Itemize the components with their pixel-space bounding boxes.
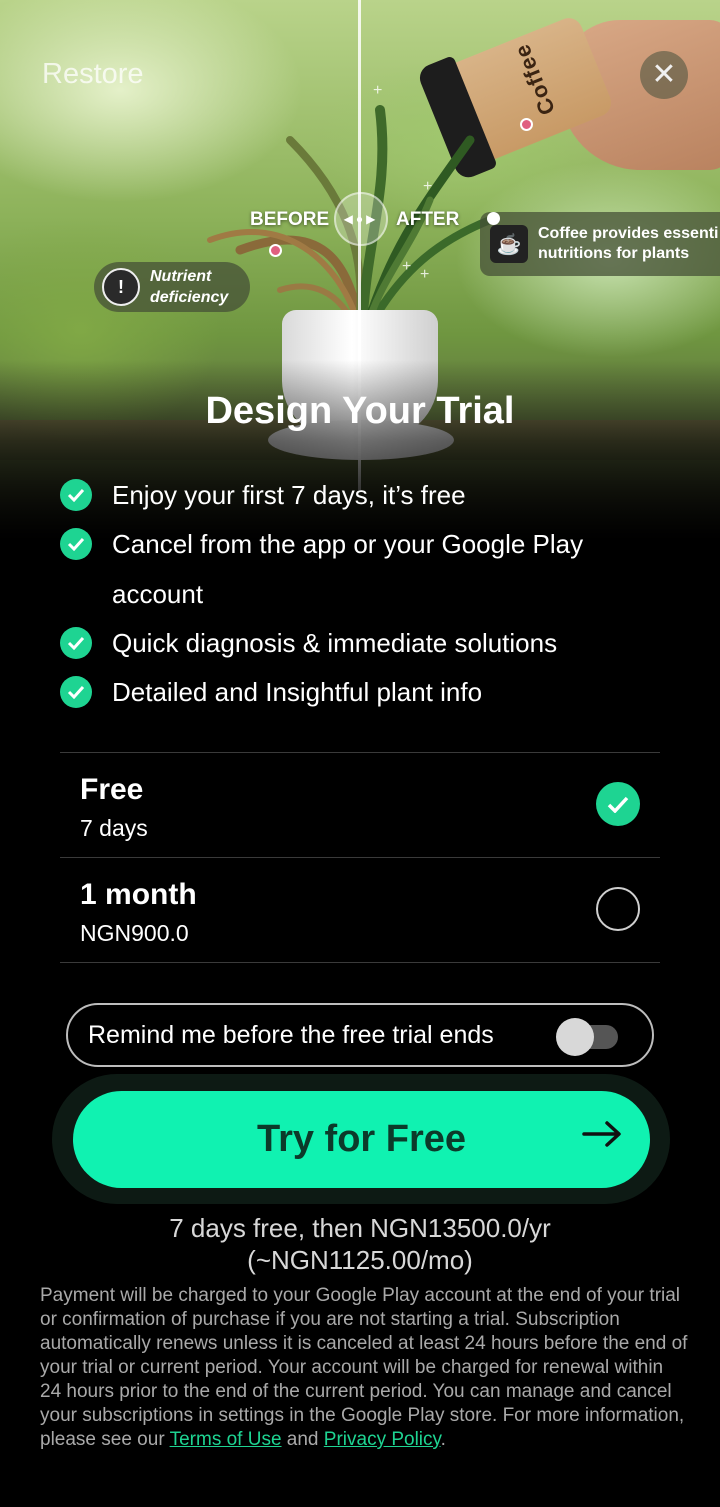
close-button[interactable]: ✕ — [640, 51, 688, 99]
coffee-nutrition-tag: ☕ Coffee provides essenti nutritions for… — [480, 212, 720, 276]
plan-detail: 7 days — [80, 815, 148, 841]
plan-list: Free 7 days 1 month NGN900.0 — [60, 752, 660, 963]
feature-text: Detailed and Insightful plant info — [112, 677, 483, 707]
sparkle-icon: + — [402, 258, 412, 275]
pricing-line2: (~NGN1125.00/mo) — [247, 1245, 473, 1275]
checkmark-icon — [60, 627, 92, 659]
cta-label: Try for Free — [256, 1118, 467, 1160]
tag-right-line2: nutritions for plants — [538, 245, 690, 262]
close-icon: ✕ — [651, 58, 677, 91]
feature-text: Cancel from the app or your Google Play … — [112, 529, 584, 609]
plan-detail: NGN900.0 — [80, 920, 189, 946]
sparkle-icon: + — [423, 178, 433, 195]
plan-name: 1 month — [80, 878, 197, 911]
pin-dot — [520, 118, 533, 131]
feature-item: Enjoy your first 7 days, it’s free — [60, 474, 680, 520]
coffee-cup-icon: ☕ — [490, 225, 528, 263]
checkmark-icon — [60, 676, 92, 708]
checkmark-icon — [60, 528, 92, 560]
checkmark-icon — [60, 479, 92, 511]
checkmark-icon — [607, 796, 629, 813]
before-after-slider-handle[interactable]: ◀●▶ — [334, 192, 388, 246]
pricing-summary: 7 days free, then NGN13500.0/yr (~NGN112… — [0, 1212, 720, 1276]
sparkle-icon: + — [420, 266, 430, 283]
legal-and: and — [286, 1429, 319, 1450]
feature-item: Cancel from the app or your Google Play … — [60, 523, 680, 619]
tag-left-line1: Nutrient — [150, 268, 212, 285]
terms-of-use-link[interactable]: Terms of Use — [170, 1429, 282, 1450]
reminder-label: Remind me before the free trial ends — [88, 1020, 494, 1049]
pricing-line1: 7 days free, then NGN13500.0/yr — [169, 1213, 551, 1243]
reminder-row[interactable]: Remind me before the free trial ends — [66, 1003, 654, 1067]
sparkle-icon: + — [373, 82, 383, 99]
after-label: AFTER — [396, 209, 460, 230]
pin-dot — [269, 244, 282, 257]
exclamation-icon: ! — [102, 268, 140, 306]
feature-item: Quick diagnosis & immediate solutions — [60, 622, 680, 668]
legal-text: Payment will be charged to your Google P… — [40, 1284, 688, 1452]
feature-text: Enjoy your first 7 days, it’s free — [112, 480, 466, 510]
feature-text: Quick diagnosis & immediate solutions — [112, 628, 558, 658]
restore-button[interactable]: Restore — [42, 58, 144, 91]
legal-end: . — [440, 1429, 446, 1450]
plan-option-free[interactable]: Free 7 days — [60, 752, 660, 857]
hero-illustration: Coffee + + + + BEFORE AFTER ◀●▶ ! Nutrie… — [0, 0, 720, 540]
legal-body: Payment will be charged to your Google P… — [40, 1285, 688, 1450]
plan-name: Free — [80, 773, 144, 806]
privacy-policy-link[interactable]: Privacy Policy — [324, 1429, 441, 1450]
plan-option-monthly[interactable]: 1 month NGN900.0 — [60, 857, 660, 963]
feature-list: Enjoy your first 7 days, it’s free Cance… — [60, 474, 680, 720]
before-label: BEFORE — [250, 209, 330, 230]
tag-left-line2: deficiency — [150, 289, 229, 306]
reminder-toggle[interactable] — [556, 1018, 618, 1056]
try-for-free-button[interactable]: Try for Free — [73, 1091, 650, 1188]
feature-item: Detailed and Insightful plant info — [60, 671, 680, 717]
arrow-right-icon — [582, 1121, 621, 1147]
page-title: Design Your Trial — [205, 390, 515, 432]
pin-dot — [487, 212, 500, 225]
plan-radio-unselected[interactable] — [596, 887, 640, 931]
tag-right-line1: Coffee provides essenti — [538, 225, 719, 242]
nutrient-deficiency-tag: ! Nutrient deficiency — [94, 262, 251, 312]
plan-radio-selected[interactable] — [596, 782, 640, 826]
